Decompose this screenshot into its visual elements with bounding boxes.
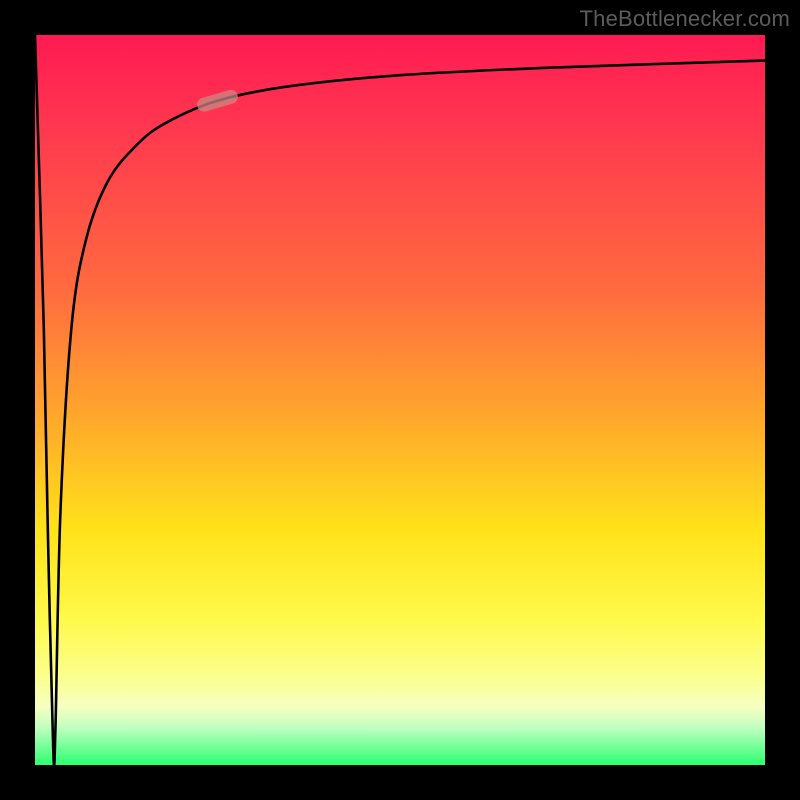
bottleneck-curve <box>35 35 765 767</box>
chart-container: TheBottlenecker.com <box>0 0 800 800</box>
attribution-label: TheBottlenecker.com <box>580 6 790 32</box>
chart-svg <box>35 35 765 765</box>
plot-area <box>34 34 766 766</box>
highlight-marker <box>195 88 239 113</box>
